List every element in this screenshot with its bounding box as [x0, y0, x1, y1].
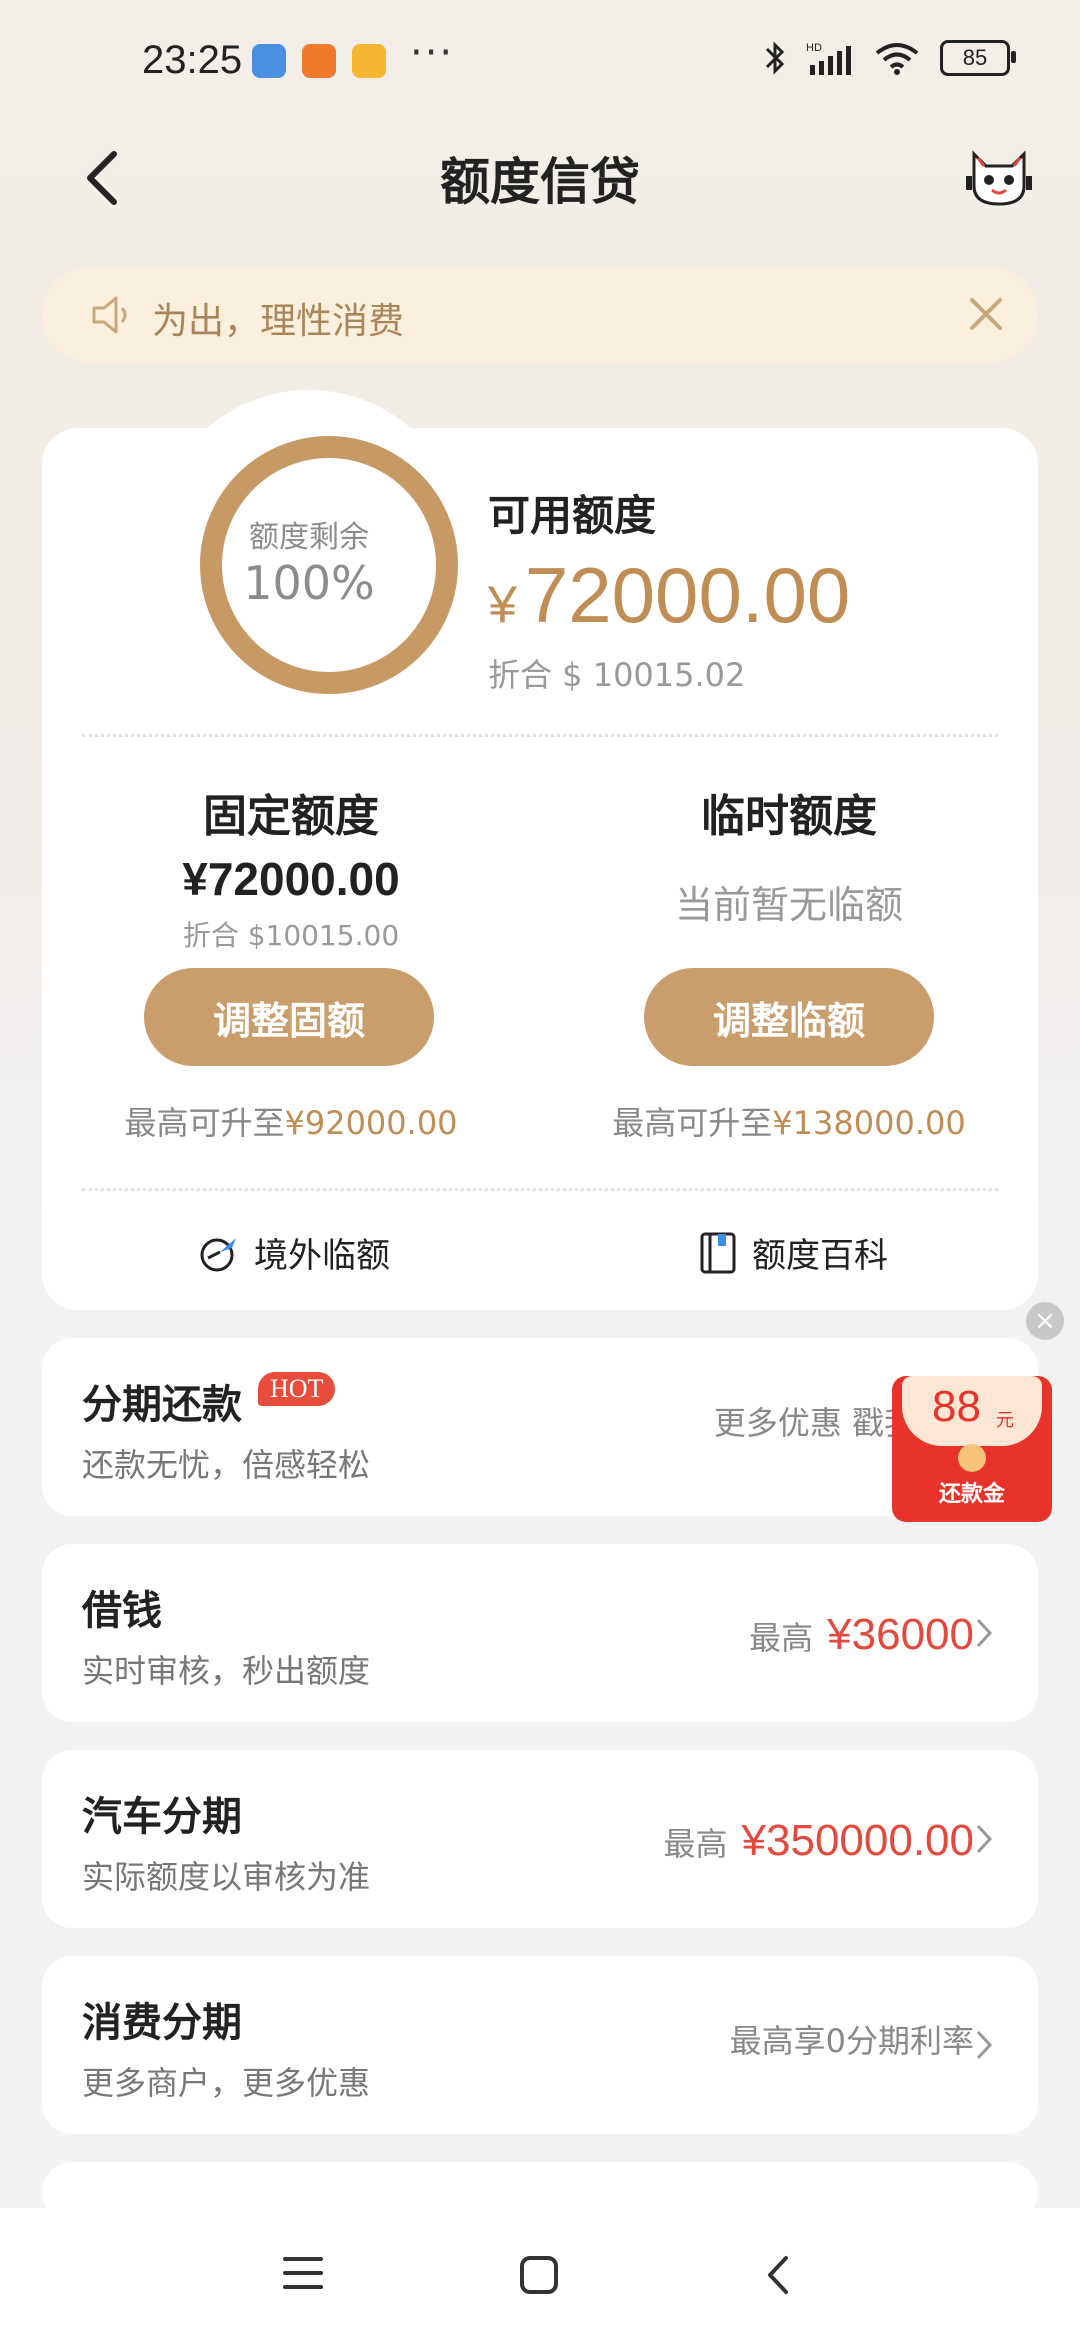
- status-right: HD 85: [764, 40, 1016, 76]
- red-packet-label: 还款金: [938, 1482, 1005, 1507]
- shortcut-overseas-label: 境外临额: [254, 1236, 390, 1276]
- shortcut-wiki-label: 额度百科: [752, 1236, 888, 1276]
- notice-banner[interactable]: 为出，理性消费: [42, 268, 1038, 362]
- fixed-amount: ¥72000.00: [182, 853, 400, 905]
- credit-card: 额度剩余 100% 可用额度 ¥72000.00 折合 $ 10015.02 固…: [42, 390, 1038, 1310]
- close-icon[interactable]: [966, 294, 1006, 334]
- red-packet-amount: 88: [932, 1382, 981, 1431]
- row-title: 汽车分期: [82, 1794, 242, 1840]
- menu-icon[interactable]: [282, 2254, 324, 2292]
- back-icon[interactable]: [762, 2254, 792, 2296]
- temp-max-prefix: 最高可升至: [612, 1104, 773, 1142]
- row-title: 分期还款: [82, 1382, 242, 1428]
- ring-percent: 100%: [243, 556, 375, 610]
- list-item-installment-repay[interactable]: 分期还款 HOT 还款无忧，倍感轻松 更多优惠 戳我参: [42, 1338, 1038, 1516]
- temp-max-value: ¥138000.00: [772, 1104, 966, 1142]
- list-item-car-installment[interactable]: 汽车分期 实际额度以审核为准 最高 ¥350000.00: [42, 1750, 1038, 1928]
- fixed-max: 最高可升至¥92000.00: [42, 1098, 540, 1144]
- battery-indicator: 85: [940, 40, 1016, 76]
- book-icon: [700, 1232, 736, 1273]
- available-label: 可用额度: [488, 491, 657, 540]
- divider: [82, 1188, 998, 1191]
- row-subtitle: 实时审核，秒出额度: [82, 1652, 371, 1690]
- row-limit-prefix: 最高: [663, 1825, 728, 1863]
- shortcut-overseas[interactable]: 境外临额: [198, 1228, 390, 1277]
- svg-text:HD: HD: [806, 42, 822, 54]
- currency-symbol: ¥: [488, 576, 517, 634]
- notice-text: 为出，理性消费: [152, 301, 405, 342]
- list-item-borrow[interactable]: 借钱 实时审核，秒出额度 最高 ¥36000: [42, 1544, 1038, 1722]
- row-limit-prefix: 最高: [749, 1619, 814, 1657]
- fixed-max-value: ¥92000.00: [284, 1104, 458, 1142]
- available-value: 72000.00: [524, 551, 851, 639]
- bluetooth-icon: [765, 41, 785, 75]
- chevron-right-icon: [976, 1618, 993, 1648]
- row-title: 消费分期: [82, 2000, 242, 2046]
- available-amount: ¥72000.00: [488, 550, 850, 641]
- row-limit: 最高 ¥36000: [749, 1610, 974, 1660]
- row-limit-value: ¥350000.00: [741, 1816, 974, 1865]
- plane-globe-icon: [200, 1237, 236, 1271]
- status-time: 23:25: [142, 38, 243, 82]
- wifi-icon: [875, 43, 919, 75]
- temp-title: 临时额度: [701, 791, 877, 842]
- speaker-icon: [92, 296, 127, 334]
- app-orange-icon: [302, 44, 336, 78]
- row-promo-text: 最高享0分期利率: [729, 2022, 974, 2060]
- battery-level: 85: [962, 45, 988, 70]
- temp-status: 当前暂无临额: [674, 883, 903, 927]
- more-notifications: ···: [410, 30, 455, 76]
- coin-icon: [958, 1444, 986, 1472]
- adjust-fixed-button[interactable]: 调整固额: [144, 968, 434, 1066]
- status-bar: 23:25 ··· HD 85: [0, 0, 1080, 120]
- red-packet-unit: 元: [996, 1410, 1014, 1431]
- system-nav-bar: [0, 2208, 1080, 2340]
- hot-badge: HOT: [258, 1372, 336, 1406]
- fixed-max-prefix: 最高可升至: [124, 1104, 285, 1142]
- home-icon[interactable]: [518, 2254, 560, 2296]
- list-item-consumer-installment[interactable]: 消费分期 更多商户，更多优惠 最高享0分期利率: [42, 1956, 1038, 2134]
- temp-quota: 临时额度 当前暂无临额: [540, 780, 1038, 929]
- mascot-icon[interactable]: [964, 140, 1034, 210]
- shortcut-wiki[interactable]: 额度百科: [698, 1228, 888, 1277]
- chevron-right-icon: [976, 2030, 993, 2060]
- row-promo: 最高享0分期利率: [730, 2016, 974, 2062]
- app-stocks-icon: [252, 44, 286, 78]
- row-subtitle: 还款无忧，倍感轻松: [82, 1446, 371, 1484]
- fixed-converted: 折合 $10015.00: [182, 919, 400, 952]
- available-converted: 折合 $ 10015.02: [488, 656, 746, 694]
- row-limit-value: ¥36000: [827, 1610, 974, 1659]
- fixed-quota: 固定额度 ¥72000.00 折合 $10015.00: [42, 780, 540, 954]
- app-yellow-icon: [352, 44, 386, 78]
- row-limit: 最高 ¥350000.00: [664, 1816, 974, 1866]
- quota-ring: 额度剩余 100%: [154, 390, 464, 700]
- signal-icon: HD: [806, 42, 851, 75]
- red-packet[interactable]: 88 元 还款金: [892, 1376, 1052, 1522]
- row-subtitle: 更多商户，更多优惠: [82, 2064, 371, 2102]
- red-packet-close-button[interactable]: ×: [1026, 1302, 1064, 1340]
- ring-label: 额度剩余: [249, 520, 369, 555]
- page-title: 额度信贷: [440, 153, 640, 211]
- fixed-title: 固定额度: [203, 791, 379, 842]
- row-title: 借钱: [82, 1588, 162, 1634]
- temp-max: 最高可升至¥138000.00: [540, 1098, 1038, 1144]
- divider: [82, 734, 998, 737]
- adjust-temp-button[interactable]: 调整临额: [644, 968, 934, 1066]
- chevron-right-icon: [976, 1824, 993, 1854]
- row-subtitle: 实际额度以审核为准: [82, 1858, 371, 1896]
